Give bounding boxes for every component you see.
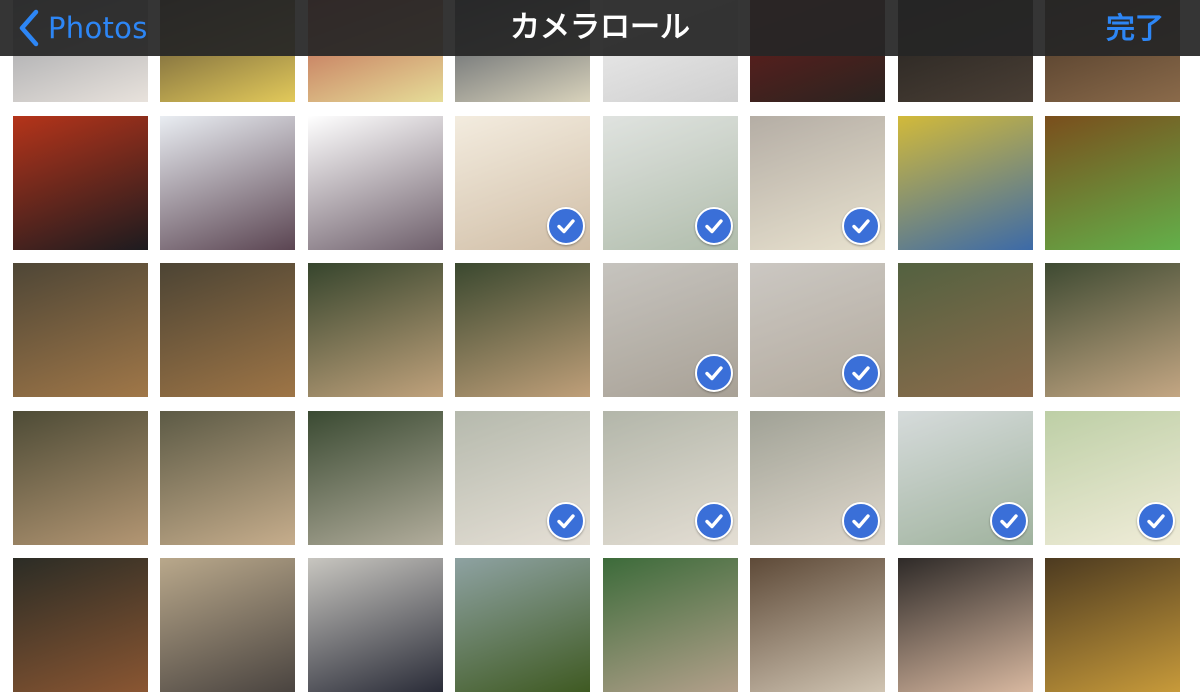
photo-thumbnail-kid-capybara-park[interactable]: [898, 263, 1033, 397]
photo-thumbnail-kid-capybara-1[interactable]: [13, 263, 148, 397]
photo-thumbnail-kid-capybaras[interactable]: [160, 411, 295, 545]
photo-thumbnail-fence-enclosure[interactable]: [898, 411, 1033, 545]
photo-thumbnail-castle-plum-blossom[interactable]: [160, 116, 295, 250]
photo-thumbnail-monkey-shoulder[interactable]: [1045, 558, 1180, 692]
photo-thumbnail-capybara-resting-2[interactable]: [603, 411, 738, 545]
photo-thumbnail-capybara-resting-1[interactable]: [455, 411, 590, 545]
photo-thumbnail-woman-monkey[interactable]: [898, 558, 1033, 692]
photo-thumbnail-castle-overexposed[interactable]: [308, 116, 443, 250]
photo-thumbnail-dessert-glass[interactable]: [750, 116, 885, 250]
checkmark-icon: [990, 502, 1028, 540]
photo-thumbnail-kid-capybara-6[interactable]: [13, 411, 148, 545]
checkmark-icon: [842, 354, 880, 392]
checkmark-icon: [695, 354, 733, 392]
photo-grid: [0, 0, 1200, 692]
checkmark-icon: [695, 502, 733, 540]
checkmark-icon: [1137, 502, 1175, 540]
photo-thumbnail-capybara-resting-3[interactable]: [750, 411, 885, 545]
photo-thumbnail-castle-mascot-sign[interactable]: [898, 116, 1033, 250]
back-button[interactable]: Photos: [18, 6, 148, 50]
chevron-left-icon: [19, 9, 39, 47]
photo-thumbnail-kid-capybara-5[interactable]: [1045, 263, 1180, 397]
photo-thumbnail-lantern-street[interactable]: [13, 116, 148, 250]
photo-thumbnail-family-path[interactable]: [750, 558, 885, 692]
done-button[interactable]: 完了: [1106, 0, 1164, 56]
photo-thumbnail-cake-dessert[interactable]: [1045, 116, 1180, 250]
photo-thumbnail-kid-capybara-3[interactable]: [308, 263, 443, 397]
photo-thumbnail-kid-penguin[interactable]: [308, 558, 443, 692]
checkmark-icon: [695, 207, 733, 245]
photo-thumbnail-monkey-sign[interactable]: [1045, 411, 1180, 545]
checkmark-icon: [547, 207, 585, 245]
back-button-label: Photos: [48, 11, 148, 45]
photo-thumbnail-clay-pot-spoon[interactable]: [455, 116, 590, 250]
checkmark-icon: [547, 502, 585, 540]
photo-thumbnail-monkey-fence[interactable]: [13, 558, 148, 692]
photo-thumbnail-kid-crouching-capybara[interactable]: [308, 411, 443, 545]
checkmark-icon: [842, 502, 880, 540]
photo-thumbnail-capybara-closeup[interactable]: [750, 263, 885, 397]
photo-thumbnail-kid-goat[interactable]: [603, 558, 738, 692]
page-title: カメラロール: [510, 10, 690, 45]
photo-thumbnail-kid-capybara-2[interactable]: [160, 263, 295, 397]
navigation-bar: Photos カメラロール 完了: [0, 0, 1200, 56]
photo-thumbnail-soup-dumplings[interactable]: [603, 116, 738, 250]
photo-thumbnail-kid-grass-field[interactable]: [455, 558, 590, 692]
photo-thumbnail-hippos[interactable]: [160, 558, 295, 692]
checkmark-icon: [842, 207, 880, 245]
photo-thumbnail-kid-capybara-4[interactable]: [455, 263, 590, 397]
photo-thumbnail-capybara-rocks[interactable]: [603, 263, 738, 397]
